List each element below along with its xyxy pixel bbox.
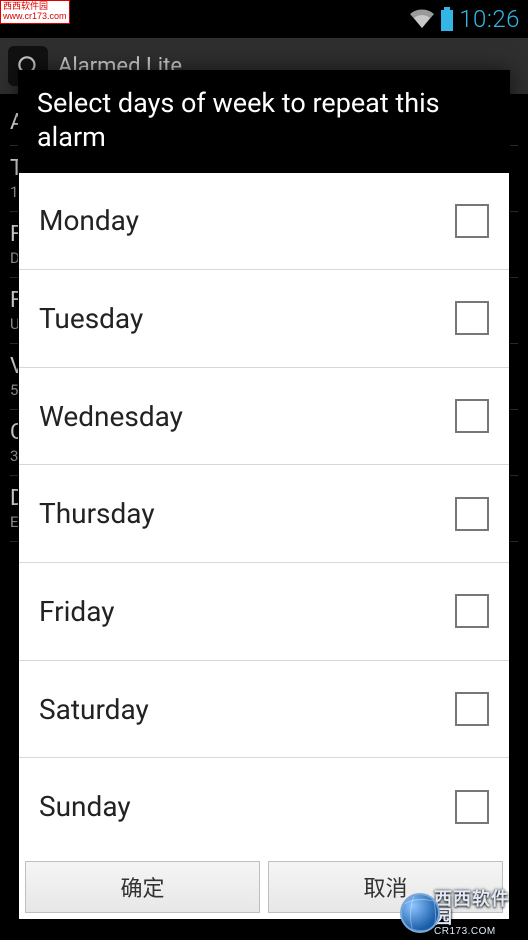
days-list: Monday Tuesday Wednesday Thursday Friday… bbox=[19, 173, 509, 856]
status-bar: 10:26 bbox=[0, 0, 528, 38]
day-row-monday[interactable]: Monday bbox=[19, 173, 509, 271]
day-label: Sunday bbox=[39, 790, 131, 823]
battery-icon bbox=[441, 7, 453, 31]
day-row-saturday[interactable]: Saturday bbox=[19, 661, 509, 759]
day-row-tuesday[interactable]: Tuesday bbox=[19, 270, 509, 368]
bottom-watermark-line2: CR173.COM bbox=[434, 927, 520, 937]
day-checkbox[interactable] bbox=[455, 594, 489, 628]
bottom-watermark: 西西软件园 CR173.COM bbox=[400, 892, 520, 934]
day-checkbox[interactable] bbox=[455, 790, 489, 824]
bottom-watermark-line1: 西西软件园 bbox=[434, 890, 520, 926]
day-checkbox[interactable] bbox=[455, 204, 489, 238]
day-label: Wednesday bbox=[39, 400, 183, 433]
day-label: Friday bbox=[39, 595, 114, 628]
globe-icon bbox=[400, 893, 440, 933]
wifi-icon bbox=[409, 9, 435, 29]
day-label: Monday bbox=[39, 204, 139, 237]
day-label: Saturday bbox=[39, 693, 149, 726]
day-checkbox[interactable] bbox=[455, 497, 489, 531]
day-checkbox[interactable] bbox=[455, 692, 489, 726]
day-label: Tuesday bbox=[39, 302, 143, 335]
day-row-thursday[interactable]: Thursday bbox=[19, 465, 509, 563]
ok-button[interactable]: 确定 bbox=[25, 861, 260, 913]
day-row-sunday[interactable]: Sunday bbox=[19, 758, 509, 855]
repeat-days-dialog: Select days of week to repeat this alarm… bbox=[18, 70, 510, 920]
day-row-wednesday[interactable]: Wednesday bbox=[19, 368, 509, 466]
top-watermark: 西西软件园 www.cr173.com bbox=[0, 0, 70, 24]
status-clock: 10:26 bbox=[459, 5, 520, 33]
day-label: Thursday bbox=[39, 497, 155, 530]
top-watermark-line2: www.cr173.com bbox=[3, 12, 67, 22]
day-row-friday[interactable]: Friday bbox=[19, 563, 509, 661]
bottom-watermark-text: 西西软件园 CR173.COM bbox=[434, 890, 520, 937]
dialog-title: Select days of week to repeat this alarm bbox=[19, 71, 509, 173]
day-checkbox[interactable] bbox=[455, 301, 489, 335]
day-checkbox[interactable] bbox=[455, 399, 489, 433]
ok-button-label: 确定 bbox=[120, 871, 164, 903]
